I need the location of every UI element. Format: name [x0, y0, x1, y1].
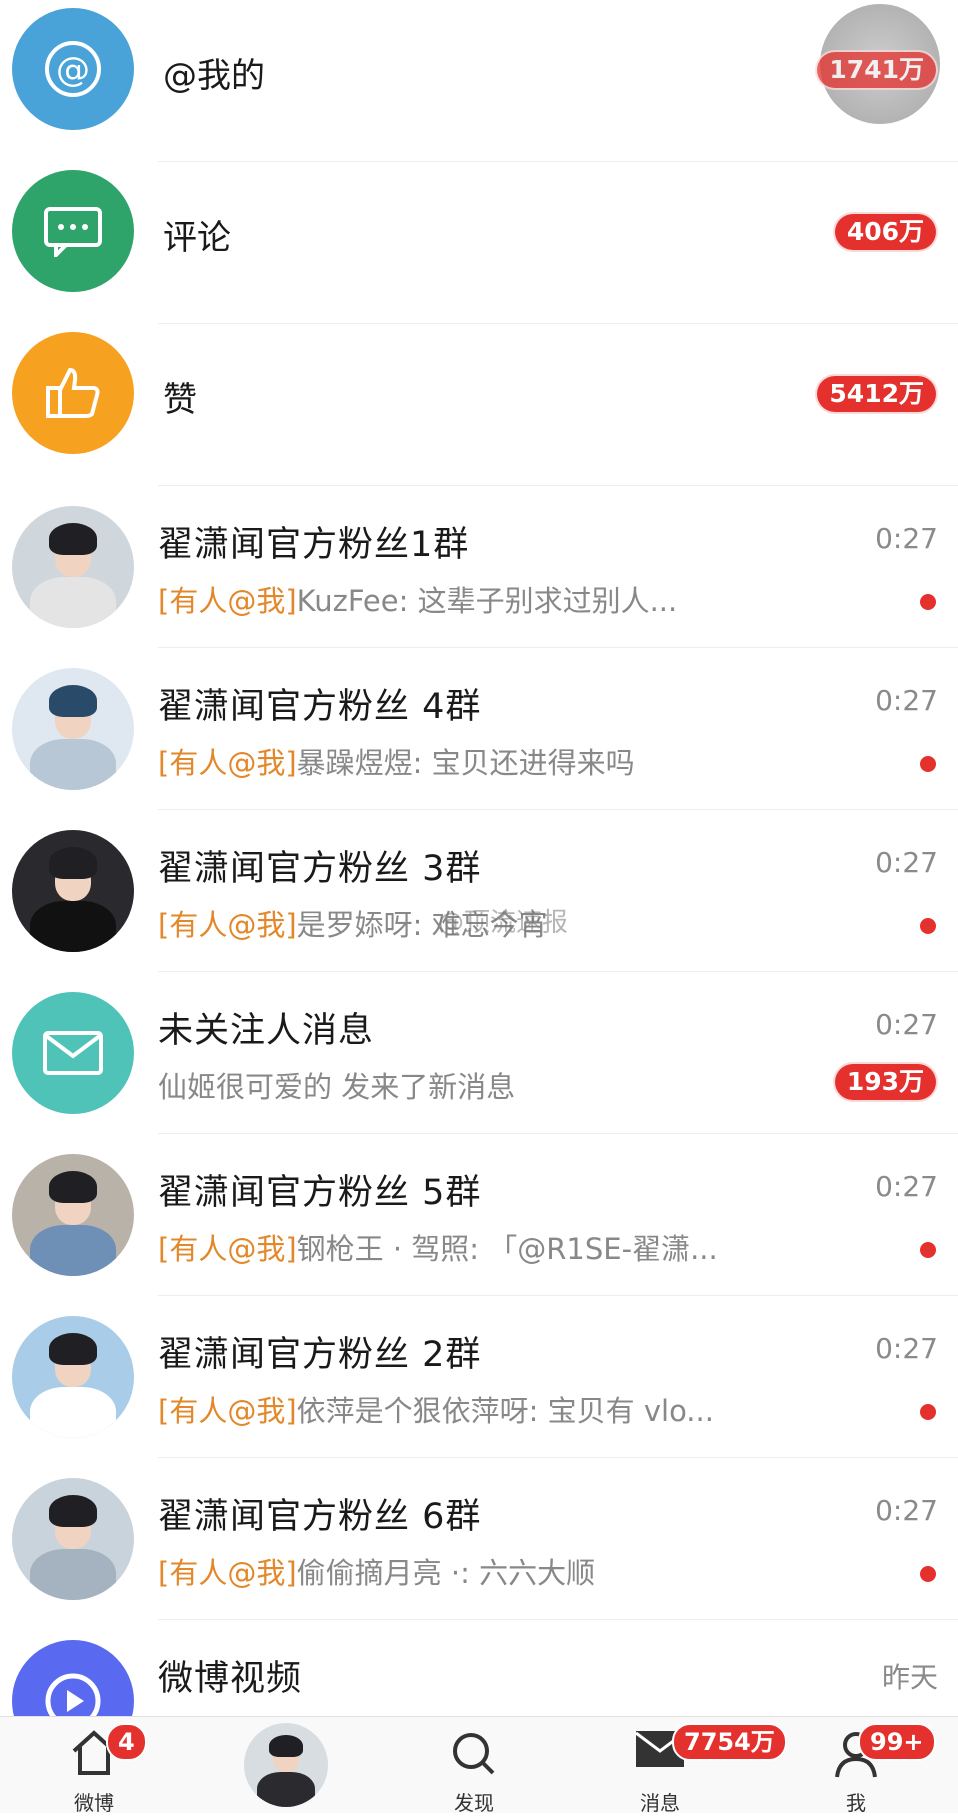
- unread-dot: [920, 756, 936, 772]
- avatar: [244, 1723, 328, 1807]
- tab-home[interactable]: 微博 4: [34, 1717, 154, 1815]
- chat-preview: [有人@我]暴躁煜煜: 宝贝还进得来吗: [158, 740, 635, 782]
- chat-title: 未关注人消息: [158, 1011, 375, 1051]
- comment-icon-avatar: [12, 170, 134, 292]
- unread-dot: [920, 1404, 936, 1420]
- tab-badge: 99+: [858, 1723, 936, 1761]
- chat-preview: [有人@我]钢枪王 · 驾照: 「@R1SE-翟潇...: [158, 1226, 718, 1268]
- search-icon: [453, 1733, 495, 1775]
- avatar: [12, 1478, 134, 1600]
- chat-preview: 仙姬很可爱的 发来了新消息: [158, 1070, 516, 1104]
- chat-time: 昨天: [881, 1661, 938, 1694]
- chat-time: 0:27: [875, 1332, 938, 1365]
- tab-avatar[interactable]: [226, 1717, 346, 1813]
- unread-dot: [920, 918, 936, 934]
- watermark: @顶流速报: [438, 908, 569, 938]
- tab-label: 发现: [454, 1791, 494, 1815]
- chat-title: 翟潇闻官方粉丝1群: [158, 525, 470, 565]
- mention-tag: [有人@我]: [158, 584, 297, 618]
- chat-time: 0:27: [875, 684, 938, 717]
- preview-text: KuzFee: 这辈子别求过别人...: [296, 584, 678, 618]
- chat-time: 0:27: [875, 846, 938, 879]
- chat-title: 微博视频: [158, 1659, 303, 1699]
- avatar: [12, 506, 134, 628]
- thumbs-up-icon-avatar: [12, 332, 134, 454]
- chat-preview: [有人@我]KuzFee: 这辈子别求过别人...: [158, 578, 677, 620]
- tab-label: 微博: [74, 1791, 114, 1815]
- count-badge: 1741万: [817, 52, 936, 88]
- tab-label: 消息: [640, 1791, 680, 1815]
- mail-icon: [43, 1031, 103, 1075]
- chat-row-group-2[interactable]: 翟潇闻官方粉丝 2群 [有人@我]依萍是个狠依萍呀: 宝贝有 vlo... 0:…: [0, 1296, 958, 1458]
- row-title: 赞: [163, 380, 197, 420]
- preview-text: 钢枪王 · 驾照: 「@R1SE-翟潇...: [296, 1232, 718, 1266]
- tab-badge: 4: [106, 1723, 147, 1761]
- chat-row-group-3[interactable]: 翟潇闻官方粉丝 3群 [有人@我]是罗婖呀: 难忘今宵 0:27: [0, 810, 958, 972]
- mention-tag: [有人@我]: [158, 1232, 297, 1266]
- row-title: 评论: [163, 218, 231, 258]
- avatar: [12, 668, 134, 790]
- mention-tag: [有人@我]: [158, 1556, 297, 1590]
- chat-title: 翟潇闻官方粉丝 2群: [158, 1335, 482, 1375]
- row-comments[interactable]: 评论 406万: [0, 162, 958, 324]
- row-at-me[interactable]: @ @我的 1741万: [0, 0, 958, 162]
- count-badge: 5412万: [817, 376, 936, 412]
- unread-dot: [920, 1242, 936, 1258]
- mention-tag: [有人@我]: [158, 746, 297, 780]
- unread-dot: [920, 594, 936, 610]
- at-icon-avatar: @: [12, 8, 134, 130]
- svg-text:@: @: [56, 50, 90, 90]
- thumbs-up-icon: [46, 367, 100, 418]
- at-icon: @: [45, 41, 101, 97]
- avatar: [12, 1154, 134, 1276]
- chat-title: 翟潇闻官方粉丝 4群: [158, 687, 482, 727]
- chat-row-group-1[interactable]: 翟潇闻官方粉丝1群 [有人@我]KuzFee: 这辈子别求过别人... 0:27: [0, 486, 958, 648]
- mail-icon-avatar: [12, 992, 134, 1114]
- chat-time: 0:27: [875, 1170, 938, 1203]
- chat-row-unfollowed-messages[interactable]: 未关注人消息 仙姬很可爱的 发来了新消息 0:27 193万: [0, 972, 958, 1134]
- chat-time: 0:27: [875, 1008, 938, 1041]
- preview-text: 偷偷摘月亮 ·: 六六大顺: [296, 1556, 596, 1590]
- row-likes[interactable]: 赞 5412万: [0, 324, 958, 486]
- mention-tag: [有人@我]: [158, 908, 297, 942]
- preview-text: 暴躁煜煜: 宝贝还进得来吗: [296, 746, 635, 780]
- tab-discover[interactable]: 发现: [414, 1717, 534, 1815]
- tab-messages[interactable]: 消息 7754万: [600, 1717, 787, 1815]
- comment-icon: [44, 207, 102, 257]
- tab-me[interactable]: 我 99+: [796, 1717, 936, 1815]
- chat-row-group-6[interactable]: 翟潇闻官方粉丝 6群 [有人@我]偷偷摘月亮 ·: 六六大顺 0:27: [0, 1458, 958, 1620]
- bottom-tab-bar: 微博 4 发现 消息 7754万 我 99+: [0, 1716, 958, 1815]
- chat-title: 翟潇闻官方粉丝 5群: [158, 1173, 482, 1213]
- avatar: [12, 1316, 134, 1438]
- mention-tag: [有人@我]: [158, 1394, 297, 1428]
- chat-preview: [有人@我]偷偷摘月亮 ·: 六六大顺: [158, 1550, 595, 1592]
- chat-row-group-5[interactable]: 翟潇闻官方粉丝 5群 [有人@我]钢枪王 · 驾照: 「@R1SE-翟潇... …: [0, 1134, 958, 1296]
- message-list: @ @我的 1741万 评论 406万 赞 5412万 翟潇闻官方粉丝1群 [有…: [0, 0, 958, 1782]
- chat-title: 翟潇闻官方粉丝 3群: [158, 849, 482, 889]
- tab-badge: 7754万: [672, 1723, 787, 1761]
- count-badge: 406万: [834, 214, 936, 250]
- count-badge: 193万: [834, 1064, 936, 1100]
- chat-time: 0:27: [875, 522, 938, 555]
- tab-label: 我: [846, 1791, 866, 1815]
- chat-preview: [有人@我]依萍是个狠依萍呀: 宝贝有 vlo...: [158, 1388, 714, 1430]
- chat-time: 0:27: [875, 1494, 938, 1527]
- unread-dot: [920, 1566, 936, 1582]
- preview-text: 依萍是个狠依萍呀: 宝贝有 vlo...: [296, 1394, 714, 1428]
- chat-title: 翟潇闻官方粉丝 6群: [158, 1497, 482, 1537]
- row-title: @我的: [163, 56, 265, 96]
- avatar: [12, 830, 134, 952]
- chat-row-group-4[interactable]: 翟潇闻官方粉丝 4群 [有人@我]暴躁煜煜: 宝贝还进得来吗 0:27: [0, 648, 958, 810]
